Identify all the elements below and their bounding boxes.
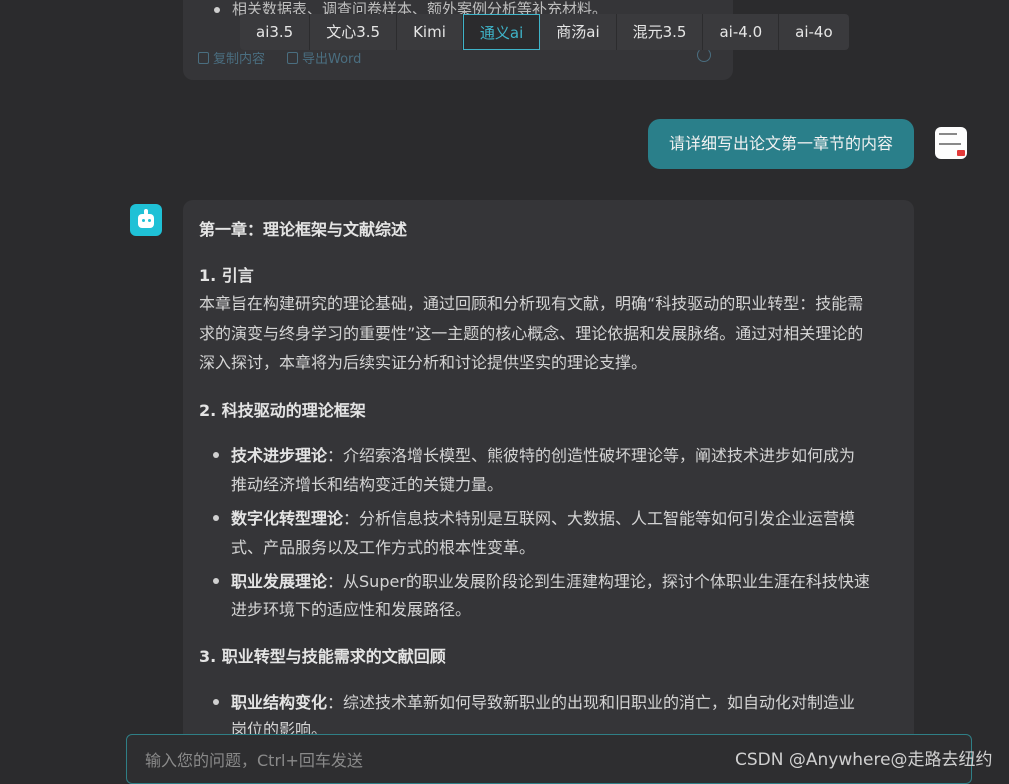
list-item-continuation: 式、产品服务以及工作方式的根本性变革。 (231, 538, 536, 557)
list-item-continuation: 进步环境下的适应性和发展路径。 (231, 600, 472, 619)
tab-wenxin35[interactable]: 文心3.5 (310, 14, 398, 50)
assistant-answer-card: 第一章：理论框架与文献综述 1. 引言 本章旨在构建研究的理论基础，通过回顾和分… (183, 200, 914, 760)
list-item: 数字化转型理论：分析信息技术特别是互联网、大数据、人工智能等如何引发企业运营模 (213, 505, 855, 529)
section-heading: 2. 科技驱动的理论框架 (199, 401, 366, 420)
paragraph-line: 求的演变与终身学习的重要性”这一主题的核心概念、理论依据和发展脉络。通过对相关理… (199, 324, 864, 343)
section-heading: 3. 职业转型与技能需求的文献回顾 (199, 647, 446, 666)
tab-kimi[interactable]: Kimi (397, 14, 463, 50)
paragraph-line: 本章旨在构建研究的理论基础，通过回顾和分析现有文献，明确“科技驱动的职业转型：技… (199, 294, 864, 313)
watermark: CSDN @Anywhere@走路去纽约 (735, 750, 993, 770)
user-message-bubble: 请详细写出论文第一章节的内容 (648, 119, 914, 169)
user-avatar (935, 127, 967, 159)
section-heading: 1. 引言 (199, 266, 254, 285)
tab-shangtang[interactable]: 商汤ai (540, 14, 617, 50)
model-tabs: ai3.5 文心3.5 Kimi 通义ai 商汤ai 混元3.5 ai-4.0 … (240, 14, 849, 50)
tab-tongyi[interactable]: 通义ai (462, 14, 541, 50)
chapter-title: 第一章：理论框架与文献综述 (199, 220, 408, 239)
list-item: 职业结构变化：综述技术革新如何导致新职业的出现和旧职业的消亡，如自动化对制造业 (213, 689, 855, 713)
previous-answer-actions: 复制内容 导出Word (198, 48, 361, 67)
copy-icon (198, 51, 209, 64)
refresh-icon[interactable] (697, 48, 711, 62)
paragraph-line: 深入探讨，本章将为后续实证分析和讨论提供坚实的理论支撑。 (199, 353, 648, 372)
robot-icon (130, 204, 162, 236)
copy-content-button[interactable]: 复制内容 (198, 48, 265, 67)
question-input[interactable] (143, 745, 707, 775)
export-word-button[interactable]: 导出Word (287, 48, 361, 67)
tab-ai40[interactable]: ai-4.0 (703, 14, 780, 50)
tab-ai35[interactable]: ai3.5 (240, 14, 311, 50)
list-item-continuation: 推动经济增长和结构变迁的关键力量。 (231, 475, 504, 494)
tab-ai4o[interactable]: ai-4o (779, 14, 849, 50)
tab-hunyuan35[interactable]: 混元3.5 (617, 14, 704, 50)
list-item: 技术进步理论：介绍索洛增长模型、熊彼特的创造性破坏理论等，阐述技术进步如何成为 (213, 442, 855, 466)
list-item: 职业发展理论：从Super的职业发展阶段论到生涯建构理论，探讨个体职业生涯在科技… (213, 568, 870, 592)
word-icon (287, 51, 299, 64)
